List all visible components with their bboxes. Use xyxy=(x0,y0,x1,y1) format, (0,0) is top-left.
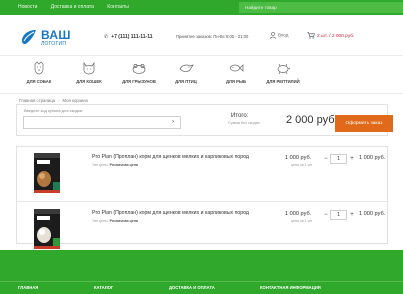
product-name-link[interactable]: Pro Plan (Проплан) корм для щенков мелки… xyxy=(92,154,249,160)
price-type: Тип цены: Розничная цена xyxy=(92,219,138,223)
login-link[interactable]: Вход xyxy=(270,32,288,39)
footer-link-contacts[interactable]: КОНТАКТНАЯ ИНФОРМАЦИЯ xyxy=(260,285,321,290)
footer-link-catalog[interactable]: КАТАЛОГ xyxy=(94,285,113,290)
breadcrumb-current: Моя корзина xyxy=(62,98,88,103)
category-birds[interactable]: ДЛЯ ПТИЦ xyxy=(168,61,204,84)
total-label: Итого: xyxy=(231,113,249,119)
footer-link-delivery[interactable]: ДОСТАВКА И ОПЛАТА xyxy=(169,285,215,290)
total-subtitle: Сумма без скидки xyxy=(228,121,260,125)
item-total: 1 000 руб. xyxy=(359,211,386,217)
price-type-label: Тип цены: xyxy=(92,219,109,223)
rodent-icon xyxy=(132,64,146,74)
category-fish-label: ДЛЯ РЫБ xyxy=(226,79,246,84)
category-reptiles-label: ДЛЯ РЕПТИЛИЙ xyxy=(266,79,300,84)
logo-title: ВАШ xyxy=(41,28,71,42)
category-reptiles[interactable]: ДЛЯ РЕПТИЛИЙ xyxy=(265,61,301,84)
quantity-increase-button[interactable]: + xyxy=(348,154,356,164)
total-value: 2 000 руб. xyxy=(286,114,338,126)
footer: ГЛАВНАЯ КАТАЛОГ ДОСТАВКА И ОПЛАТА КОНТАК… xyxy=(0,250,403,294)
coupon-apply-button[interactable]: › xyxy=(172,119,174,125)
category-dogs[interactable]: ДЛЯ СОБАК xyxy=(21,61,57,84)
cart-item-row: Pro Plan (Проплан) корм для щенков мелки… xyxy=(17,205,387,255)
quantity-stepper: − 1 + xyxy=(322,210,357,220)
unit-price-subtitle: цена за 1 шт xyxy=(291,163,313,167)
cart-icon xyxy=(307,32,315,39)
row-divider xyxy=(17,201,387,202)
breadcrumb-separator: › xyxy=(58,98,60,103)
top-nav-news-link[interactable]: Новости xyxy=(18,4,37,10)
item-total: 1 000 руб. xyxy=(359,155,386,161)
top-bar: Новости Доставка и оплата Контакты Найди… xyxy=(0,0,403,15)
category-cats-label: ДЛЯ КОШЕК xyxy=(76,79,102,84)
checkout-button[interactable]: Оформить заказ xyxy=(335,115,393,132)
category-rodents[interactable]: ДЛЯ ГРЫЗУНОВ xyxy=(121,61,157,84)
quantity-decrease-button[interactable]: − xyxy=(322,154,330,164)
quantity-input[interactable]: 1 xyxy=(330,154,347,164)
product-image[interactable] xyxy=(26,208,66,250)
category-birds-label: ДЛЯ ПТИЦ xyxy=(175,79,197,84)
top-nav-delivery-link[interactable]: Доставка и оплата xyxy=(51,4,94,10)
fish-icon xyxy=(229,64,244,72)
logo[interactable]: ВАШ ЛОГОТИП xyxy=(20,28,90,54)
coupon-label: Введите код купона для скидки: xyxy=(24,108,84,113)
category-dogs-label: ДЛЯ СОБАК xyxy=(26,79,52,84)
search-placeholder: Найдите товар xyxy=(245,5,277,10)
header: ВАШ ЛОГОТИП ✆ +7 (111) 111-11-11 Принятие… xyxy=(0,15,403,55)
top-nav: Новости Доставка и оплата Контакты xyxy=(18,4,141,10)
top-nav-contacts-link[interactable]: Контакты xyxy=(107,4,129,10)
cart-item-row: Pro Plan (Проплан) корм для щенков мелки… xyxy=(17,149,387,199)
login-label: Вход xyxy=(278,32,289,38)
working-hours: Принятие заказов: Пн-Вс 9:00 - 21:00 xyxy=(176,34,249,39)
price-type-value: Розничная цена xyxy=(109,163,138,167)
cat-icon xyxy=(83,61,95,75)
cart-link[interactable]: 2 шт. / 2 000 руб. xyxy=(307,32,354,39)
phone-icon: ✆ xyxy=(104,34,109,40)
breadcrumb-home-link[interactable]: Главная страница xyxy=(19,98,55,103)
dog-icon xyxy=(34,61,44,75)
phone-number: +7 (111) 111-11-11 xyxy=(111,34,153,40)
footer-link-home[interactable]: ГЛАВНАЯ xyxy=(18,285,38,290)
quantity-input[interactable]: 1 xyxy=(330,210,347,220)
price-type-value: Розничная цена xyxy=(109,219,138,223)
category-cats[interactable]: ДЛЯ КОШЕК xyxy=(71,61,107,84)
unit-price: 1 000 руб. xyxy=(285,155,312,161)
logo-drop-icon xyxy=(22,30,36,45)
coupon-input[interactable] xyxy=(23,116,181,129)
logo-subtitle: ЛОГОТИП xyxy=(41,41,67,47)
bird-icon xyxy=(179,64,194,72)
order-summary: Введите код купона для скидки: › Итого: … xyxy=(16,104,393,136)
quantity-stepper: − 1 + xyxy=(322,154,357,164)
cart-summary: 2 шт. / 2 000 руб. xyxy=(317,33,355,39)
user-icon xyxy=(270,32,276,39)
category-nav: ДЛЯ СОБАК ДЛЯ КОШЕК ДЛЯ ГРЫЗУНОВ ДЛЯ ПТИ… xyxy=(0,55,403,94)
search-input[interactable]: Найдите товар xyxy=(239,2,403,13)
reptile-icon xyxy=(277,63,291,75)
unit-price-subtitle: цена за 1 шт xyxy=(291,219,313,223)
product-image[interactable] xyxy=(26,152,66,194)
category-fish[interactable]: ДЛЯ РЫБ xyxy=(218,61,254,84)
breadcrumb: Главная страница › Моя корзина xyxy=(19,98,88,103)
quantity-decrease-button[interactable]: − xyxy=(322,210,330,220)
product-name-link[interactable]: Pro Plan (Проплан) корм для щенков мелки… xyxy=(92,210,249,216)
cart-items: Pro Plan (Проплан) корм для щенков мелки… xyxy=(16,146,388,249)
price-type: Тип цены: Розничная цена xyxy=(92,163,138,167)
price-type-label: Тип цены: xyxy=(92,163,109,167)
category-rodents-label: ДЛЯ ГРЫЗУНОВ xyxy=(122,79,156,84)
unit-price: 1 000 руб. xyxy=(285,211,312,217)
phone[interactable]: ✆ +7 (111) 111-11-11 xyxy=(104,34,153,40)
footer-divider xyxy=(0,281,403,282)
quantity-increase-button[interactable]: + xyxy=(348,210,356,220)
